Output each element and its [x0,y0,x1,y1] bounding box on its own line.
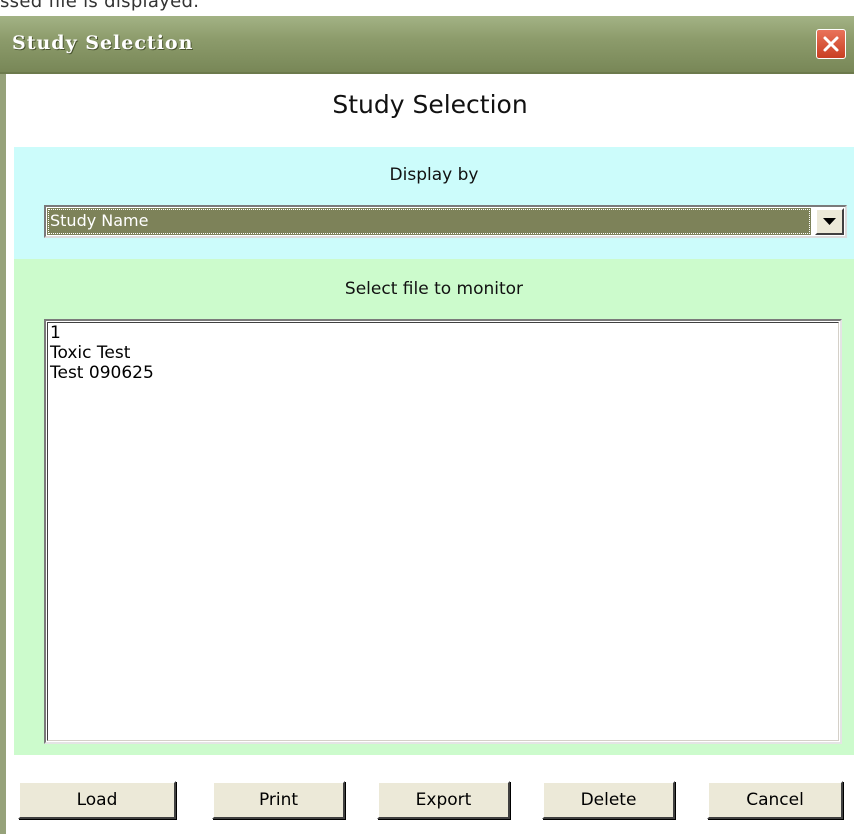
display-by-dropdown[interactable]: Study Name [44,205,847,238]
chevron-down-icon [823,218,836,225]
button-bar: Load Print Export Delete Cancel [14,755,854,834]
close-button[interactable] [816,29,846,59]
file-select-label: Select file to monitor [344,279,524,299]
cancel-button[interactable]: Cancel [707,781,843,819]
title-bar[interactable]: Study Selection [0,16,854,74]
window-title: Study Selection [12,32,194,54]
list-item[interactable]: 1 [48,323,838,343]
display-by-label: Display by [389,165,479,185]
display-by-selected-value[interactable]: Study Name [47,208,811,235]
list-item[interactable]: Test 090625 [48,363,838,383]
heading-area: Study Selection [6,74,854,147]
export-button[interactable]: Export [377,781,510,819]
display-by-selected-text: Study Name [50,211,149,230]
cropped-caption: ssed file is displayed. [0,0,854,16]
page-title: Study Selection [332,90,528,119]
file-listbox[interactable]: 1 Toxic Test Test 090625 [44,319,842,744]
load-button[interactable]: Load [18,781,176,819]
study-selection-window: ssed file is displayed. Study Selection … [0,0,854,834]
cropped-caption-text: ssed file is displayed. [0,0,200,12]
dropdown-arrow-button[interactable] [815,208,844,235]
delete-button[interactable]: Delete [542,781,675,819]
file-select-section: Select file to monitor 1 Toxic Test Test… [14,259,854,834]
file-listbox-inner: 1 Toxic Test Test 090625 [47,322,839,741]
list-item[interactable]: Toxic Test [48,343,838,363]
dialog-content: Study Selection Display by Study Name Se… [0,74,854,834]
display-by-section: Display by Study Name [14,147,854,259]
close-x-icon [823,36,839,52]
print-button[interactable]: Print [212,781,345,819]
